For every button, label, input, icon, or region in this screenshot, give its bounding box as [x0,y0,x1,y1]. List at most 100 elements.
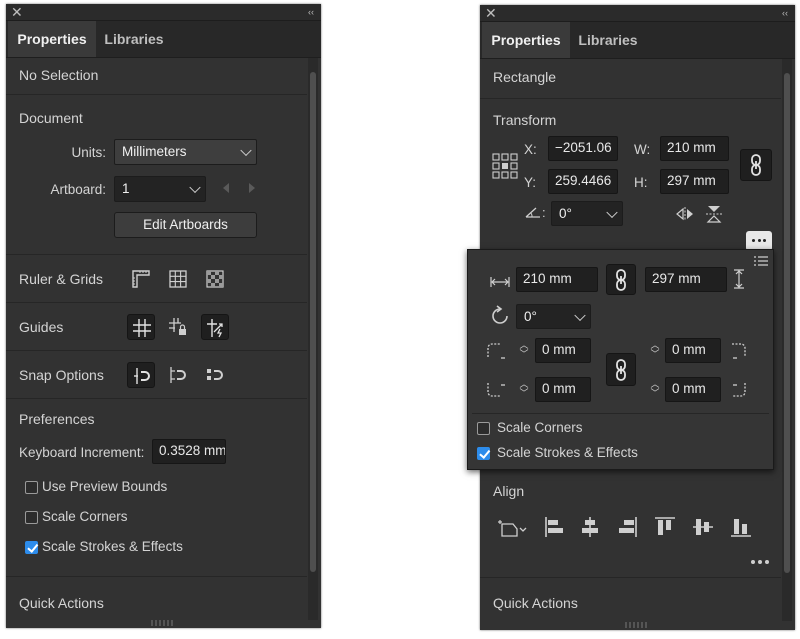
chevron-down-icon [606,206,618,218]
show-guides-icon[interactable] [127,314,155,340]
align-bottom-icon[interactable] [730,516,752,541]
flyout-menu-icon[interactable] [754,255,768,270]
flyout-width-input[interactable]: 210 mm [516,267,598,292]
flyout-link-size-button[interactable] [606,264,636,295]
align-vertical-center-icon[interactable] [692,516,714,541]
selection-title: Rectangle [493,69,557,85]
next-artboard-icon[interactable] [249,183,255,193]
w-input[interactable]: 210 mm [660,136,729,161]
divider [6,302,307,303]
snap-to-point-icon[interactable] [127,362,155,388]
divider [480,98,781,99]
link-icon [616,269,626,291]
corner-tl-stepper[interactable]: ︿ ﹀ [518,341,530,359]
divider [480,577,781,578]
corner-tr-stepper[interactable]: ︿ ﹀ [649,341,661,359]
smart-guides-icon[interactable] [201,314,229,340]
flyout-rotate-dropdown[interactable]: 0° [516,304,591,329]
divider [6,94,307,95]
corner-top-right-icon [731,343,751,364]
align-to-selection-icon[interactable] [496,516,528,541]
w-label: W: [634,142,651,157]
flip-vertical-icon[interactable] [706,205,722,226]
guides-title: Guides [19,319,64,335]
align-top-icon[interactable] [654,516,676,541]
divider [6,254,307,255]
align-horizontal-center-icon[interactable] [580,516,600,541]
width-icon [490,275,510,290]
edit-artboards-button[interactable]: Edit Artboards [114,212,257,238]
snap-options-title: Snap Options [19,367,104,383]
align-more-options-icon[interactable] [750,554,770,569]
flip-horizontal-icon[interactable] [676,207,694,224]
flyout-rotate-value: 0° [524,309,537,324]
prev-artboard-icon[interactable] [223,183,229,193]
x-input[interactable]: −2051.06 [548,136,618,161]
properties-panel-left: ✕ ‹‹ Properties Libraries No Selection D… [6,4,321,628]
flyout-scale-corners-checkbox[interactable] [477,422,490,435]
chevron-down-icon [189,181,201,194]
flyout-link-corners-button[interactable] [606,353,636,386]
ruler-icon[interactable] [127,266,155,292]
transparency-grid-icon[interactable] [201,266,229,292]
quick-actions-title: Quick Actions [19,595,104,611]
keyboard-increment-input[interactable]: 0.3528 mm [152,439,226,464]
scrollbar[interactable] [782,59,792,621]
reference-point-icon[interactable] [492,153,518,179]
units-dropdown[interactable]: Millimeters [114,139,257,165]
align-left-icon[interactable] [544,516,564,541]
tab-libraries[interactable]: Libraries [570,22,646,58]
chevron-down-icon [240,144,252,157]
divider [6,350,307,351]
collapse-icon[interactable]: ‹‹ [782,5,788,21]
corner-br-stepper[interactable]: ︿ ﹀ [649,380,661,398]
scale-corners-checkbox[interactable] [25,511,38,524]
artboard-dropdown[interactable]: 1 [114,176,206,202]
tab-properties[interactable]: Properties [482,22,570,58]
units-value: Millimeters [122,144,187,159]
rotate-angle-dropdown[interactable]: 0° [551,201,623,226]
scale-strokes-effects-checkbox[interactable] [25,541,38,554]
scrollbar[interactable] [308,58,318,620]
corner-top-left-icon [487,343,507,364]
corner-br-input[interactable]: 0 mm [665,377,721,402]
flyout-height-input[interactable]: 297 mm [645,267,727,292]
y-label: Y: [524,175,537,190]
document-section-title: Document [19,110,83,126]
rotate-angle-value: 0° [559,206,572,221]
scrollbar-thumb[interactable] [784,73,790,573]
corner-tl-input[interactable]: 0 mm [535,338,591,363]
close-icon[interactable]: ✕ [485,5,497,21]
h-input[interactable]: 297 mm [660,169,729,194]
scrollbar-thumb[interactable] [310,72,316,572]
divider [472,413,769,414]
tab-properties[interactable]: Properties [8,21,96,57]
transform-options-flyout: 210 mm 297 mm 0° ︿ ﹀ 0 mm ︿ ﹀ 0 mm ︿ ﹀ 0 mm… [467,249,774,470]
resize-grip[interactable] [151,620,173,626]
link-icon [751,154,761,176]
corner-tr-input[interactable]: 0 mm [665,338,721,363]
more-options-button[interactable] [746,231,772,251]
panel-titlebar: ✕ ‹‹ [6,4,321,21]
use-preview-bounds-checkbox[interactable] [25,481,38,494]
align-right-icon[interactable] [618,516,638,541]
artboard-label: Artboard: [50,182,106,197]
close-icon[interactable]: ✕ [11,4,23,20]
resize-grip[interactable] [625,622,647,628]
tab-bar: Properties Libraries [6,21,321,58]
flyout-scale-strokes-effects-checkbox[interactable] [477,447,490,460]
scale-strokes-effects-label: Scale Strokes & Effects [42,539,183,554]
flyout-scale-corners-label: Scale Corners [497,420,583,435]
use-preview-bounds-label: Use Preview Bounds [42,479,168,494]
y-input[interactable]: 259.4466 [548,169,618,194]
snap-to-pixel-icon[interactable] [201,362,229,388]
constrain-proportions-button[interactable] [740,149,772,181]
corner-bl-input[interactable]: 0 mm [535,377,591,402]
snap-to-grid-icon[interactable] [164,362,192,388]
corner-bl-stepper[interactable]: ︿ ﹀ [518,380,530,398]
tab-libraries[interactable]: Libraries [96,21,172,57]
grid-icon[interactable] [164,266,192,292]
collapse-icon[interactable]: ‹‹ [308,4,314,20]
link-icon [616,359,626,381]
lock-guides-icon[interactable] [164,314,192,340]
